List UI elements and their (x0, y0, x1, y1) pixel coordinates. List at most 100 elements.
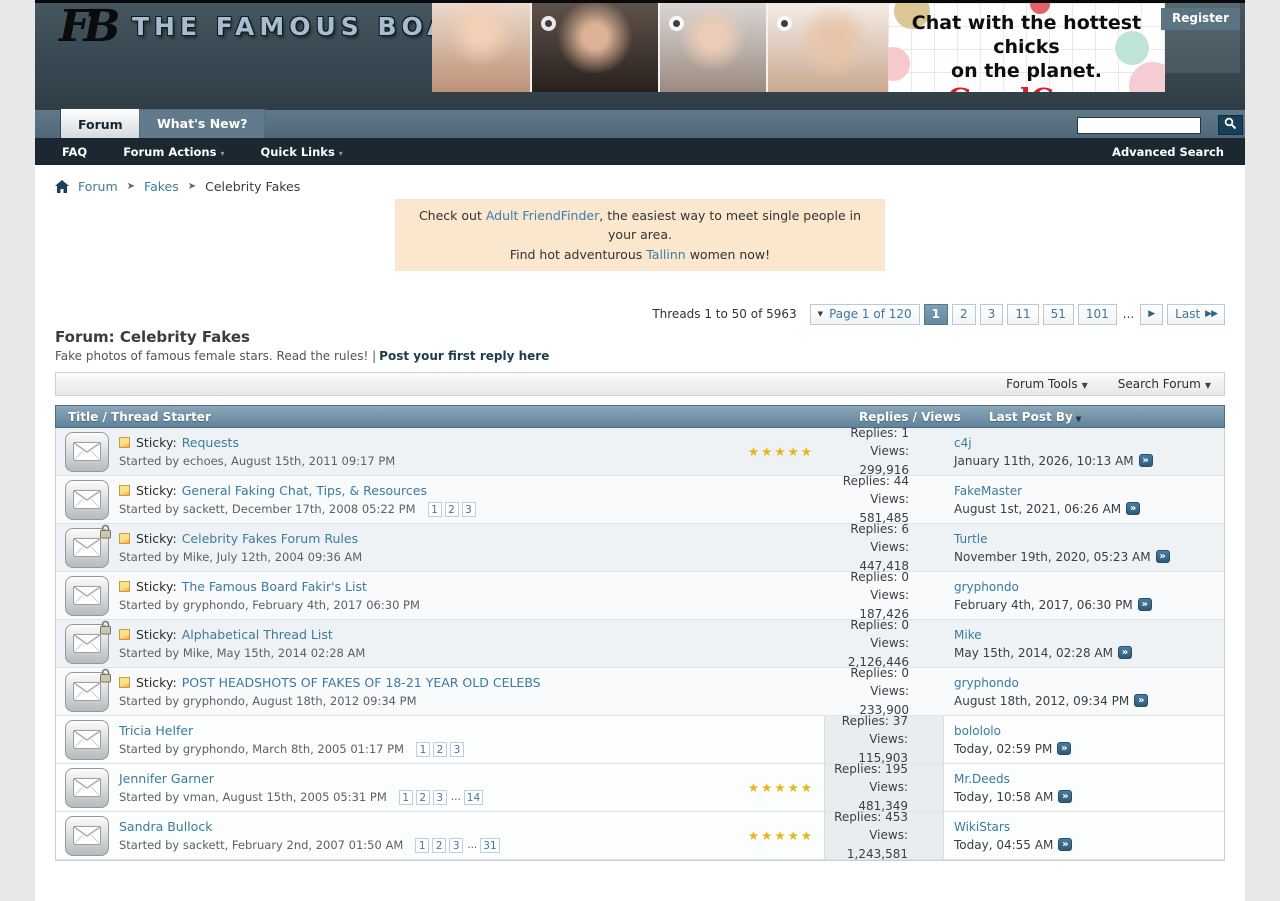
last-post-user-link[interactable]: Mr.Deeds (954, 770, 1224, 788)
thread-page-link[interactable]: 31 (480, 838, 499, 853)
chevron-down-icon: ▾ (339, 149, 343, 158)
sticky-label: Sticky: (136, 531, 177, 546)
last-post-user-link[interactable]: gryphondo (954, 578, 1224, 596)
last-post-user-link[interactable]: WikiStars (954, 818, 1224, 836)
page-number-button[interactable]: 2 (952, 304, 976, 325)
envelope-icon (65, 480, 109, 520)
sticky-label: Sticky: (136, 675, 177, 690)
rating-stars: ★★★★★ (748, 780, 814, 795)
envelope-icon (65, 528, 109, 568)
last-post-user-link[interactable]: c4j (954, 434, 1224, 452)
notice-text: women now! (686, 247, 770, 262)
thread-page-link[interactable]: 1 (399, 790, 413, 805)
go-to-last-post-icon[interactable]: » (1118, 646, 1132, 659)
thread-page-link[interactable]: 2 (432, 838, 446, 853)
go-to-last-post-icon[interactable]: » (1138, 598, 1152, 611)
page-buttons: 1231151101 (920, 304, 1117, 325)
star-icon: ★ (761, 780, 774, 795)
page-number-button[interactable]: 101 (1078, 304, 1117, 325)
last-post-user-link[interactable]: Mike (954, 626, 1224, 644)
last-post-user-link[interactable]: Turtle (954, 530, 1224, 548)
last-post-cell: WikiStars Today, 04:55 AM » (944, 812, 1224, 859)
replies-count: Replies: 6 (824, 520, 909, 539)
thread-title-link[interactable]: General Faking Chat, Tips, & Resources (182, 483, 427, 498)
go-to-last-post-icon[interactable]: » (1134, 694, 1148, 707)
last-page-button[interactable]: Last▶▶ (1167, 304, 1225, 325)
thread-title-link[interactable]: POST HEADSHOTS OF FAKES OF 18-21 YEAR OL… (182, 675, 541, 690)
thread-page-link[interactable]: 3 (449, 838, 463, 853)
thread-title-link[interactable]: Sandra Bullock (119, 819, 212, 834)
register-button[interactable]: Register (1161, 8, 1240, 30)
search-forum-menu[interactable]: Search Forum▼ (1118, 377, 1211, 391)
sticky-label: Sticky: (136, 483, 177, 498)
thread-title-link[interactable]: Jennifer Garner (119, 771, 214, 786)
go-to-last-post-icon[interactable]: » (1139, 454, 1153, 467)
post-first-reply-link[interactable]: Post your first reply here (379, 349, 549, 363)
thread-started-by: Started by gryphondo, March 8th, 2005 01… (119, 742, 404, 756)
search-input[interactable] (1077, 117, 1201, 134)
thread-page-link[interactable]: 3 (450, 742, 464, 757)
page-number-button[interactable]: 11 (1007, 304, 1038, 325)
go-to-last-post-icon[interactable]: » (1156, 550, 1170, 563)
thread-stats-cell: Replies: 0 Views: 2,126,446 (824, 620, 944, 667)
thread-page-link[interactable]: 2 (416, 790, 430, 805)
advanced-search-link[interactable]: Advanced Search (1112, 145, 1224, 159)
thread-text: Sticky: General Faking Chat, Tips, & Res… (119, 483, 476, 517)
thread-title-link[interactable]: Celebrity Fakes Forum Rules (182, 531, 358, 546)
adult-friendfinder-link[interactable]: Adult FriendFinder (486, 208, 599, 223)
thread-started-by: Started by sackett, December 17th, 2008 … (119, 502, 416, 516)
thread-started-by: Started by Mike, May 15th, 2014 02:28 AM (119, 646, 365, 660)
envelope-icon (65, 816, 109, 856)
go-to-last-post-icon[interactable]: » (1057, 742, 1071, 755)
tab-whats-new[interactable]: What's New? (139, 109, 265, 138)
chevron-down-icon: ▼ (1205, 381, 1211, 390)
go-to-last-post-icon[interactable]: » (1058, 790, 1072, 803)
page-number-button[interactable]: 1 (924, 304, 948, 325)
thread-page-link[interactable]: 1 (428, 502, 442, 517)
forum-tools-menu[interactable]: Forum Tools▼ (1006, 377, 1088, 391)
replies-count: Replies: 1 (824, 424, 909, 443)
home-icon[interactable] (55, 180, 69, 193)
page-number-button[interactable]: 3 (980, 304, 1004, 325)
column-title-thread-starter[interactable]: Title / Thread Starter (56, 410, 859, 424)
thread-title-link[interactable]: Alphabetical Thread List (182, 627, 333, 642)
go-to-last-post-icon[interactable]: » (1126, 502, 1140, 515)
thread-title-link[interactable]: The Famous Board Fakir's List (182, 579, 367, 594)
star-icon: ★ (774, 780, 787, 795)
search-button[interactable] (1218, 115, 1243, 135)
lock-icon (99, 524, 112, 542)
quick-links-menu[interactable]: Quick Links▾ (260, 145, 342, 159)
last-post-cell: gryphondo February 4th, 2017, 06:30 PM » (944, 572, 1224, 619)
thread-text: Tricia Helfer Started by gryphondo, Marc… (119, 723, 464, 757)
thread-title-link[interactable]: Requests (182, 435, 239, 450)
thread-stats-cell: Replies: 195 Views: 481,349 (824, 764, 944, 811)
thread-page-link[interactable]: 1 (415, 838, 429, 853)
tallinn-link[interactable]: Tallinn (646, 247, 686, 262)
thread-text: Sticky: POST HEADSHOTS OF FAKES OF 18-21… (119, 675, 541, 708)
tab-forum[interactable]: Forum (60, 108, 141, 138)
next-page-button[interactable]: ▶ (1140, 304, 1163, 325)
thread-page-link[interactable]: 2 (433, 742, 447, 757)
last-post-user-link[interactable]: FakeMaster (954, 482, 1224, 500)
breadcrumb-fakes[interactable]: Fakes (144, 179, 179, 194)
thread-page-link[interactable]: 1 (416, 742, 430, 757)
ad-banner[interactable]: Chat with the hottest chicks on the plan… (432, 3, 1165, 92)
page-selector-button[interactable]: ▼ Page 1 of 120 (810, 304, 920, 325)
sticky-note-icon (119, 485, 130, 496)
last-post-user-link[interactable]: gryphondo (954, 674, 1224, 692)
thread-page-link[interactable]: 2 (445, 502, 459, 517)
replies-count: Replies: 37 (825, 712, 908, 731)
replies-count: Replies: 44 (824, 472, 909, 491)
last-post-user-link[interactable]: bolololo (954, 722, 1224, 740)
forum-actions-menu[interactable]: Forum Actions▾ (123, 145, 224, 159)
breadcrumb-forum[interactable]: Forum (78, 179, 118, 194)
page-number-button[interactable]: 51 (1043, 304, 1074, 325)
go-to-last-post-icon[interactable]: » (1058, 838, 1072, 851)
faq-link[interactable]: FAQ (62, 145, 87, 159)
thread-stats-cell: Replies: 0 Views: 187,426 (824, 572, 944, 619)
thread-page-link[interactable]: 3 (433, 790, 447, 805)
thread-page-link[interactable]: 14 (464, 790, 483, 805)
thread-title-link[interactable]: Tricia Helfer (119, 723, 193, 738)
column-last-post-by[interactable]: Last Post By▼ (979, 410, 1224, 424)
thread-page-link[interactable]: 3 (462, 502, 476, 517)
